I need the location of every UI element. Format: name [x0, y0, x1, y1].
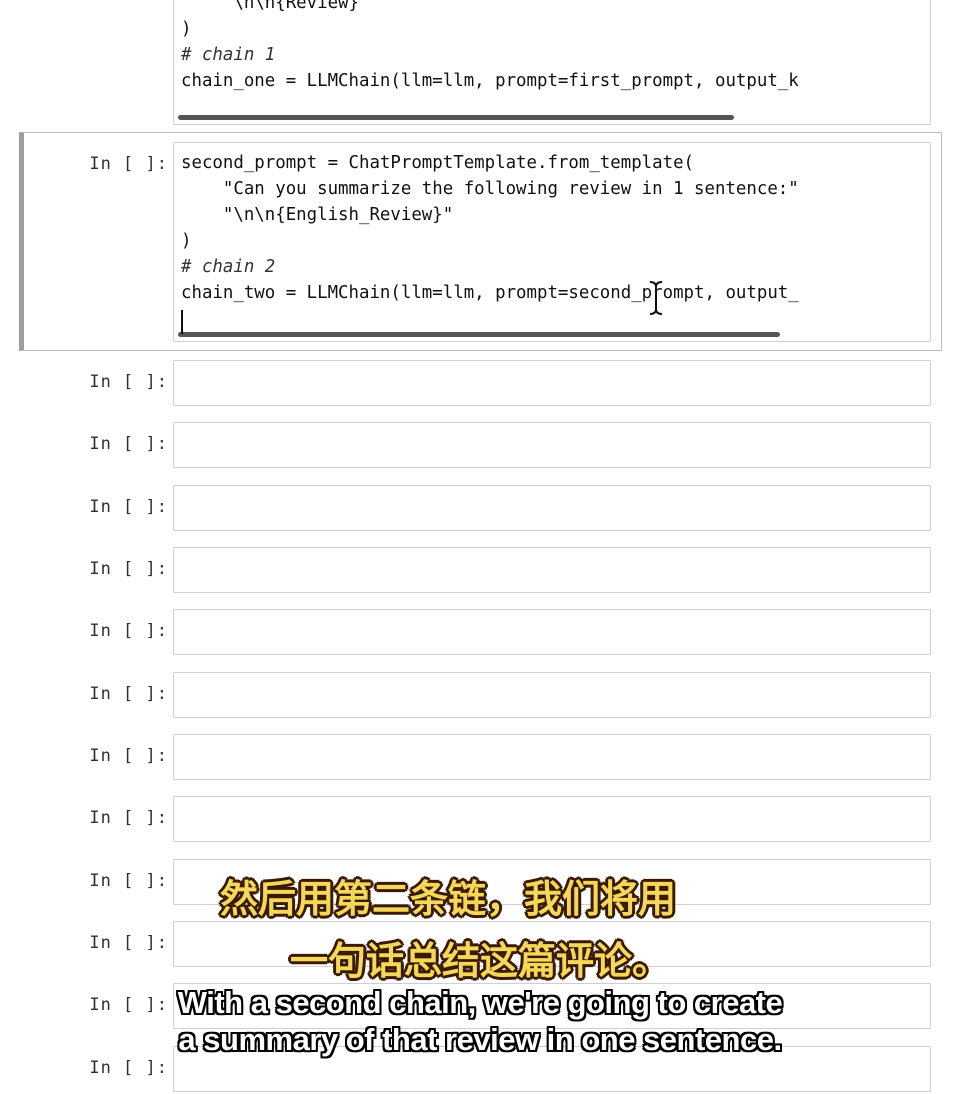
cell-prompt: In [ ]:	[89, 434, 168, 454]
empty-code-cell[interactable]: In [ ]:	[0, 485, 960, 533]
code-text[interactable]: "\n\n{Review}" ) # chain 1 chain_one = L…	[174, 0, 930, 94]
subtitle-english-line-2: a summary of that review in one sentence…	[178, 1022, 782, 1057]
code-line: chain_two = LLMChain(llm=llm, prompt=sec…	[181, 283, 799, 303]
cell-prompt: In [ ]:	[89, 1058, 168, 1078]
code-cell-chain-two[interactable]: In [ ]: second_prompt = ChatPromptTempla…	[0, 132, 960, 351]
empty-code-cell[interactable]: In [ ]:	[0, 360, 960, 408]
empty-code-editor[interactable]	[173, 672, 931, 718]
empty-code-cell[interactable]: In [ ]:	[0, 796, 960, 844]
horizontal-scrollbar[interactable]	[178, 332, 780, 337]
code-line: )	[181, 231, 192, 251]
empty-code-cell[interactable]: In [ ]:	[0, 672, 960, 720]
cell-prompt: In [ ]:	[89, 621, 168, 641]
code-editor-chain-one[interactable]: "\n\n{Review}" ) # chain 1 chain_one = L…	[173, 0, 931, 125]
code-line: "Can you summarize the following review …	[181, 179, 799, 199]
code-line: chain_one = LLMChain(llm=llm, prompt=fir…	[181, 71, 799, 91]
empty-code-editor[interactable]	[173, 360, 931, 406]
code-line: second_prompt = ChatPromptTemplate.from_…	[181, 153, 695, 173]
empty-code-editor[interactable]	[173, 547, 931, 593]
code-comment: # chain 2	[181, 257, 276, 277]
empty-code-editor[interactable]	[173, 485, 931, 531]
empty-code-editor[interactable]	[173, 734, 931, 780]
cell-prompt: In [ ]:	[89, 684, 168, 704]
empty-code-editor[interactable]	[173, 609, 931, 655]
cell-prompt: In [ ]:	[89, 497, 168, 517]
empty-code-editor[interactable]	[173, 796, 931, 842]
subtitle-chinese-line-2: 一句话总结这篇评论。	[289, 939, 670, 983]
empty-code-editor[interactable]	[173, 422, 931, 468]
code-line: )	[181, 19, 192, 39]
empty-code-cell[interactable]: In [ ]:	[0, 609, 960, 657]
cell-prompt: In [ ]:	[89, 559, 168, 579]
code-text[interactable]: second_prompt = ChatPromptTemplate.from_…	[174, 143, 930, 306]
cell-prompt: In [ ]:	[89, 808, 168, 828]
code-editor-chain-two[interactable]: second_prompt = ChatPromptTemplate.from_…	[173, 142, 931, 342]
empty-code-cell[interactable]: In [ ]:	[0, 547, 960, 595]
empty-code-cell[interactable]: In [ ]:	[0, 422, 960, 470]
subtitle-chinese-line-1: 然后用第二条链，我们将用	[219, 877, 676, 921]
code-comment: # chain 1	[181, 45, 276, 65]
cell-prompt: In [ ]:	[89, 154, 168, 174]
horizontal-scrollbar[interactable]	[178, 115, 734, 120]
code-line: "\n\n{English_Review}"	[181, 205, 454, 225]
cell-prompt: In [ ]:	[89, 372, 168, 392]
code-cell-chain-one[interactable]: "\n\n{Review}" ) # chain 1 chain_one = L…	[0, 0, 960, 125]
cell-prompt: In [ ]:	[89, 746, 168, 766]
text-cursor	[181, 310, 183, 334]
empty-code-cell[interactable]: In [ ]:	[0, 734, 960, 782]
code-line: "\n\n{Review}"	[181, 0, 370, 13]
ibeam-cursor-icon	[649, 281, 663, 315]
subtitle-english-line-1: With a second chain, we're going to crea…	[177, 985, 783, 1020]
